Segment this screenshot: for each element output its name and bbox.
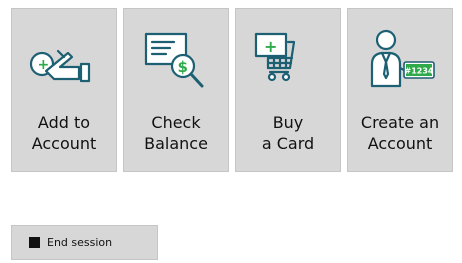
- svg-text:$: $: [178, 58, 188, 76]
- buy-a-card-label: Buy a Card: [261, 113, 315, 153]
- add-to-account-label: Add to Account: [31, 113, 97, 153]
- add-money-hand-icon: +: [24, 25, 104, 97]
- add-to-account-button[interactable]: + Add to Account: [11, 8, 117, 172]
- check-balance-button[interactable]: $ Check Balance: [123, 8, 229, 172]
- create-an-account-button[interactable]: #1234 Create an Account: [347, 8, 453, 172]
- create-an-account-label: Create an Account: [360, 113, 440, 153]
- check-balance-icon: $: [136, 25, 216, 97]
- account-number-badge: #1234: [405, 67, 434, 76]
- check-balance-label: Check Balance: [144, 113, 208, 153]
- create-account-person-icon: #1234: [360, 25, 440, 97]
- svg-text:+: +: [38, 57, 50, 73]
- buy-card-cart-icon: +: [248, 25, 328, 97]
- stop-square-icon: [29, 237, 40, 248]
- end-session-label: End session: [47, 236, 113, 249]
- end-session-button[interactable]: End session: [11, 225, 158, 260]
- svg-text:+: +: [264, 37, 277, 56]
- buy-a-card-button[interactable]: + Buy a Card: [235, 8, 341, 172]
- menu-tiles: + Add to Account $ Check Balance + Buy a…: [11, 8, 453, 172]
